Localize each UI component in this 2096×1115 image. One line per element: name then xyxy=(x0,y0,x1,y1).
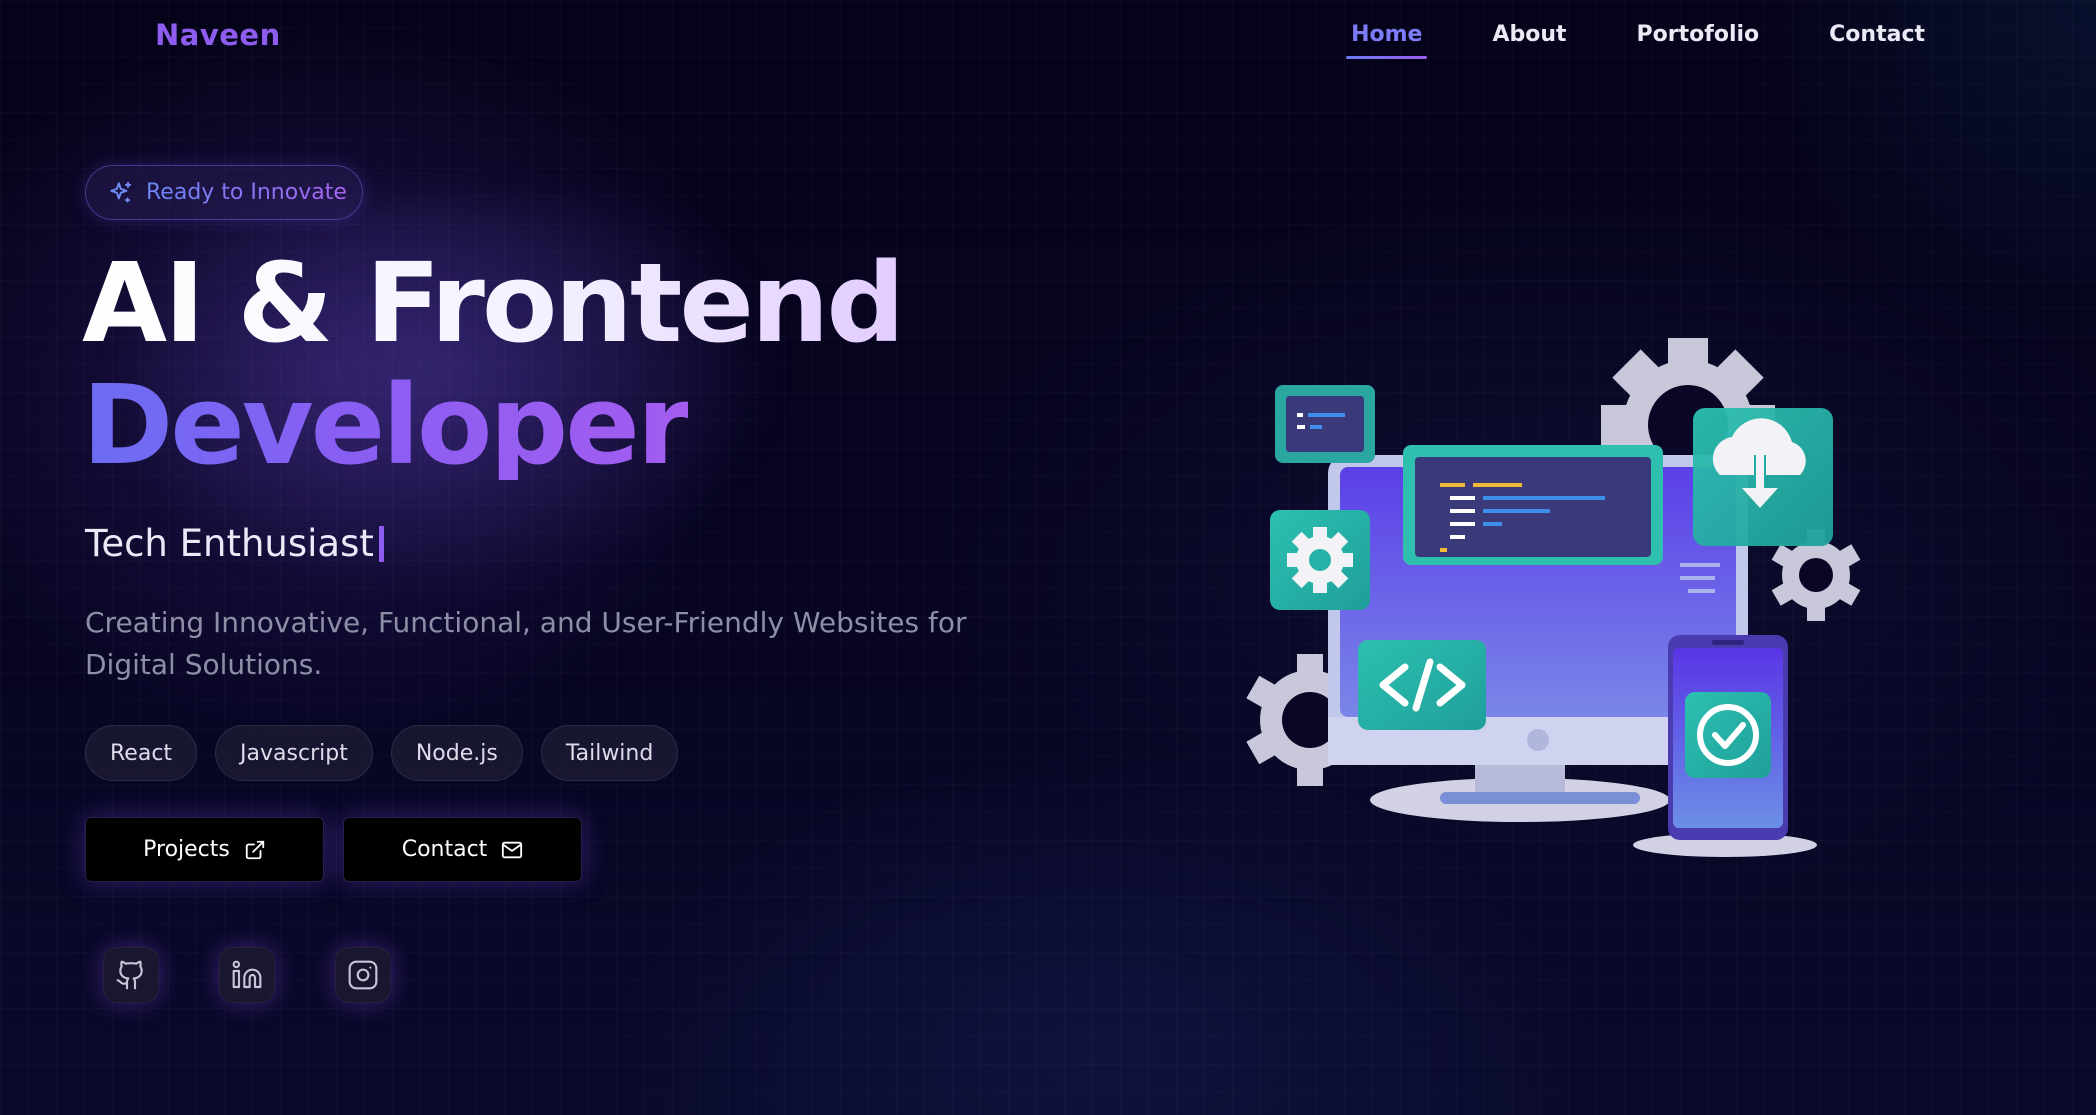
contact-button[interactable]: Contact xyxy=(343,817,582,882)
mini-window xyxy=(1275,385,1375,463)
hero-title-line1: AI & Frontend xyxy=(82,239,905,367)
linkedin-icon xyxy=(232,960,262,989)
instagram-icon xyxy=(348,960,378,990)
typing-cursor xyxy=(378,525,384,562)
nav-item-about[interactable]: About xyxy=(1487,22,1571,59)
github-icon xyxy=(116,960,143,990)
hero-description: Creating Innovative, Functional, and Use… xyxy=(85,606,967,681)
ready-badge: Ready to Innovate xyxy=(85,165,363,220)
projects-button[interactable]: Projects xyxy=(85,817,324,882)
badge-label: Ready to Innovate xyxy=(146,180,347,205)
settings-card xyxy=(1270,510,1370,610)
cta-buttons: Projects Contact xyxy=(85,817,582,882)
main-nav: Home About Portofolio Contact xyxy=(1346,22,1930,59)
tech-tags: React Javascript Node.js Tailwind xyxy=(85,725,679,781)
nav-item-home[interactable]: Home xyxy=(1346,22,1428,59)
tag-nodejs: Node.js xyxy=(390,725,523,781)
site-logo[interactable]: Naveen xyxy=(155,18,281,52)
typed-text: Tech Enthusiast xyxy=(85,522,374,565)
projects-button-label: Projects xyxy=(143,837,230,862)
external-link-icon xyxy=(245,840,265,859)
nav-item-portfolio[interactable]: Portofolio xyxy=(1632,22,1765,59)
typed-subtitle: Tech Enthusiast xyxy=(85,522,384,565)
hero-illustration xyxy=(1246,338,1861,857)
github-link[interactable] xyxy=(103,947,159,1003)
hero-title-line2: Developer xyxy=(82,361,691,489)
instagram-link[interactable] xyxy=(335,947,391,1003)
code-card xyxy=(1358,640,1486,730)
nav-item-contact[interactable]: Contact xyxy=(1824,22,1930,59)
cloud-download-card xyxy=(1693,408,1833,546)
linkedin-link[interactable] xyxy=(219,947,275,1003)
tag-react: React xyxy=(85,725,198,781)
sparkles-icon xyxy=(110,181,132,203)
tag-javascript: Javascript xyxy=(215,725,373,781)
code-window xyxy=(1403,445,1663,565)
tag-tailwind: Tailwind xyxy=(540,725,679,781)
contact-button-label: Contact xyxy=(401,837,488,862)
social-links xyxy=(103,947,391,1003)
mail-icon xyxy=(502,841,523,858)
